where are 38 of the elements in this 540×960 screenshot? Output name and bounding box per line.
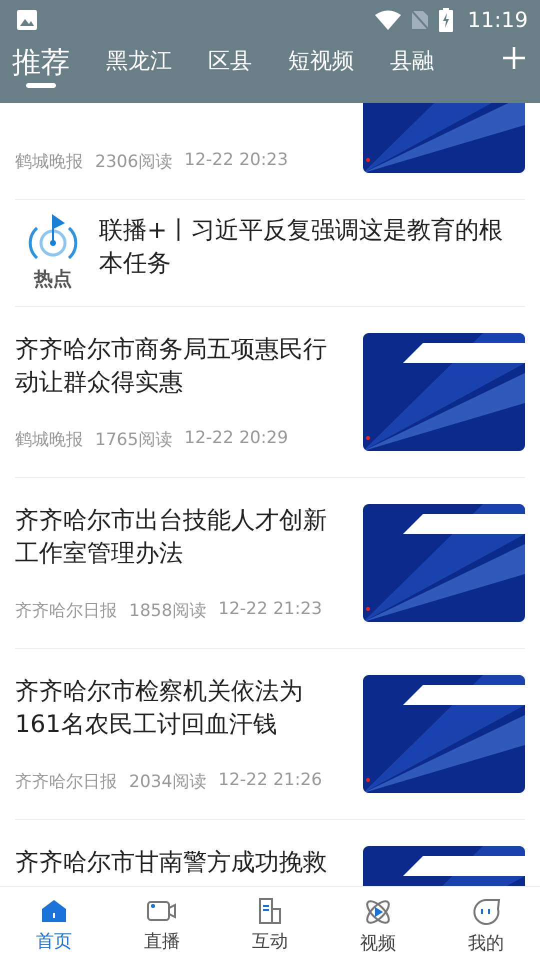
channel-tab[interactable]: 短视频 <box>288 40 354 94</box>
document-icon <box>256 897 284 925</box>
battery-charging-icon <box>439 8 454 32</box>
logo-text: 热点 <box>34 267 72 292</box>
channel-tab[interactable]: 县融 <box>390 40 434 94</box>
read-count: 1765阅读 <box>95 429 172 451</box>
read-count: 2306阅读 <box>95 151 172 173</box>
image-icon <box>16 9 38 31</box>
publish-time: 12-22 21:23 <box>218 599 322 621</box>
news-source: 齐齐哈尔日报 <box>15 600 117 622</box>
news-source: 鹤城晚报 <box>15 151 83 173</box>
news-title[interactable]: 齐齐哈尔市商务局五项惠民行动让群众得实惠 <box>15 333 345 399</box>
read-count: 1858阅读 <box>129 600 206 622</box>
status-time: 11:19 <box>467 8 528 32</box>
wifi-icon <box>375 10 402 30</box>
no-sim-icon <box>411 10 430 30</box>
news-source: 鹤城晚报 <box>15 429 83 451</box>
orbit-play-icon <box>363 897 393 927</box>
channel-tab[interactable]: 区县 <box>208 40 252 94</box>
news-title[interactable]: 联播+丨习近平反复强调这是教育的根本任务 <box>99 214 525 280</box>
plus-icon <box>502 46 526 70</box>
news-title[interactable]: 齐齐哈尔市检察机关依法为161名农民工讨回血汗钱 <box>15 675 345 741</box>
news-title[interactable]: 齐齐哈尔市甘南警方成功挽救 <box>15 846 345 879</box>
nav-tab[interactable]: 视频 <box>324 887 432 960</box>
channel-tab[interactable]: 黑龙江 <box>106 40 172 94</box>
read-count: 2034阅读 <box>129 771 206 793</box>
face-icon <box>471 897 501 927</box>
nav-tab[interactable]: 首页 <box>0 887 108 960</box>
nav-tab[interactable]: 互动 <box>216 887 324 960</box>
publish-time: 12-22 21:26 <box>218 770 322 792</box>
news-title[interactable]: 齐齐哈尔市出台技能人才创新工作室管理办法 <box>15 504 345 570</box>
nav-tab[interactable]: 我的 <box>432 887 540 960</box>
channel-tab[interactable]: 推荐 <box>12 40 70 94</box>
news-source: 齐齐哈尔日报 <box>15 771 117 793</box>
nav-tab[interactable]: 直播 <box>108 887 216 960</box>
publish-time: 12-22 20:23 <box>184 150 288 172</box>
publish-time: 12-22 20:29 <box>184 428 288 450</box>
home-icon <box>40 897 68 925</box>
